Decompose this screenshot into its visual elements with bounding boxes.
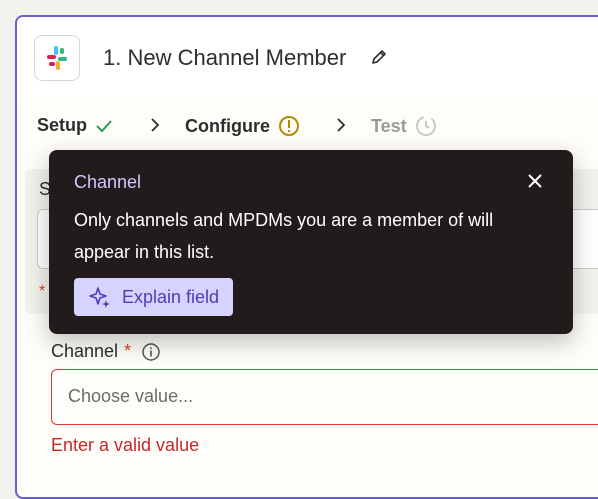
tab-setup[interactable]: Setup (37, 115, 113, 136)
checkmark-icon (96, 119, 112, 132)
tab-setup-label: Setup (37, 115, 88, 135)
warning-circle-icon (279, 116, 299, 136)
info-icon[interactable] (141, 342, 161, 362)
tab-test-label: Test (371, 115, 407, 136)
slack-app-logo (34, 35, 80, 81)
tab-test[interactable]: Test (371, 115, 437, 137)
tab-configure-label: Configure (185, 115, 270, 136)
channel-select[interactable]: Choose value... (51, 369, 598, 425)
tab-configure[interactable]: Configure (185, 115, 300, 137)
background-required-mark: * (39, 283, 46, 300)
channel-field-label: Channel * (51, 341, 161, 362)
timer-icon (415, 116, 436, 136)
channel-error-message: Enter a valid value (51, 435, 200, 455)
step-header: 1. New Channel Member (17, 17, 598, 99)
pencil-icon[interactable] (369, 47, 389, 67)
tooltip-title: Channel (74, 172, 142, 192)
chevron-right-icon (151, 118, 160, 132)
slack-icon (47, 46, 67, 70)
step-title[interactable]: 1. New Channel Member (103, 45, 346, 71)
field-help-tooltip: Channel Only channels and MPDMs you are … (49, 150, 573, 334)
explain-field-button[interactable]: Explain field (74, 278, 234, 316)
explain-field-label: Explain field (122, 286, 220, 307)
chevron-right-icon (337, 118, 346, 132)
tooltip-body: Only channels and MPDMs you are a member… (74, 210, 494, 262)
close-icon[interactable] (526, 172, 544, 190)
channel-label-text: Channel (51, 341, 119, 361)
sparkle-icon (89, 287, 110, 308)
channel-select-placeholder: Choose value... (68, 386, 194, 406)
required-mark: * (124, 341, 132, 361)
